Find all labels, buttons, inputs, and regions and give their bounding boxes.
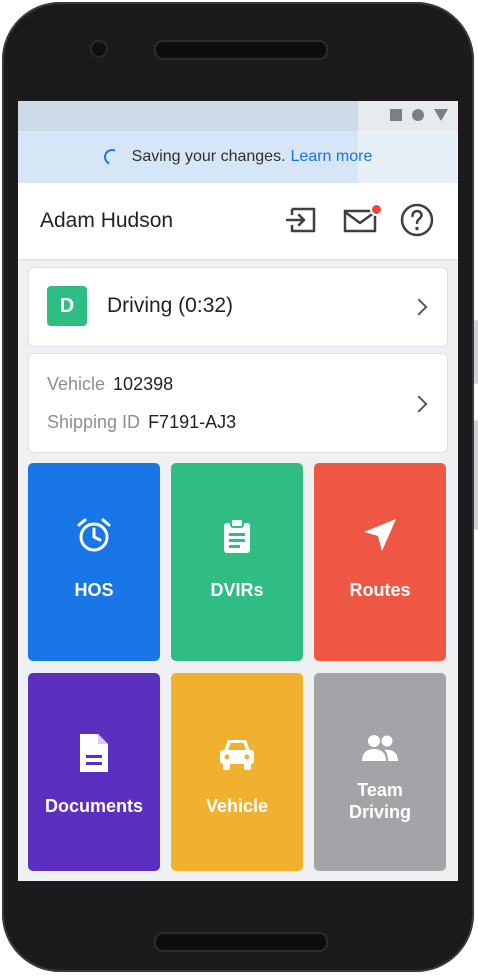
team-driving-tile[interactable]: Team Driving bbox=[314, 673, 446, 871]
help-icon[interactable] bbox=[400, 203, 434, 237]
power-button bbox=[474, 420, 478, 530]
duty-status-card[interactable]: D Driving (0:32) bbox=[28, 267, 448, 347]
notification-dot bbox=[370, 203, 383, 216]
clipboard-icon bbox=[224, 518, 250, 553]
vehicle-tile[interactable]: Vehicle bbox=[171, 673, 303, 871]
back-icon bbox=[434, 109, 448, 121]
dvirs-label: DVIRs bbox=[210, 580, 264, 600]
loading-spinner-icon bbox=[101, 146, 122, 168]
people-icon bbox=[362, 735, 398, 761]
app-header: Adam Hudson bbox=[18, 183, 458, 259]
app-screen: Saving your changes. Learn more Adam Hud… bbox=[18, 101, 458, 881]
volume-button bbox=[474, 320, 478, 384]
hos-tile[interactable]: HOS bbox=[28, 463, 160, 661]
navigation-arrow-icon bbox=[364, 519, 396, 551]
chevron-right-icon bbox=[410, 298, 428, 316]
user-name: Adam Hudson bbox=[40, 209, 174, 232]
team-driving-label: Team Driving bbox=[348, 780, 411, 822]
assignment-card[interactable]: Vehicle 102398 Shipping ID F7191-AJ3 bbox=[28, 353, 448, 453]
shipping-id-value: F7191-AJ3 bbox=[148, 412, 237, 432]
logout-icon[interactable] bbox=[284, 203, 318, 237]
vehicle-value: 102398 bbox=[113, 374, 174, 394]
routes-label: Routes bbox=[349, 580, 411, 600]
banner-message: Saving your changes. bbox=[131, 148, 286, 165]
chevron-right-icon bbox=[410, 395, 428, 413]
alarm-clock-icon bbox=[77, 518, 111, 552]
dvirs-tile[interactable]: DVIRs bbox=[171, 463, 303, 661]
car-icon bbox=[220, 740, 254, 770]
learn-more-link[interactable]: Learn more bbox=[291, 148, 373, 166]
routes-tile[interactable]: Routes bbox=[314, 463, 446, 661]
top-speaker bbox=[154, 40, 328, 60]
duty-status-label: Driving (0:32) bbox=[107, 294, 234, 317]
shipping-row: Shipping ID F7191-AJ3 bbox=[47, 412, 236, 433]
shipping-id-label: Shipping ID bbox=[47, 412, 141, 432]
document-icon bbox=[80, 734, 108, 772]
home-icon bbox=[412, 109, 424, 121]
documents-label: Documents bbox=[44, 796, 143, 816]
vehicle-label: Vehicle bbox=[205, 796, 269, 816]
duty-status-badge: D bbox=[47, 286, 87, 326]
system-status-bar bbox=[18, 101, 458, 131]
recent-apps-icon bbox=[390, 109, 402, 121]
vehicle-label: Vehicle bbox=[47, 374, 106, 394]
hos-label: HOS bbox=[74, 580, 114, 600]
saving-banner: Saving your changes. Learn more bbox=[18, 131, 458, 183]
front-camera bbox=[90, 40, 108, 58]
bottom-speaker bbox=[154, 932, 328, 952]
documents-tile[interactable]: Documents bbox=[28, 673, 160, 871]
vehicle-row: Vehicle 102398 bbox=[47, 374, 173, 395]
